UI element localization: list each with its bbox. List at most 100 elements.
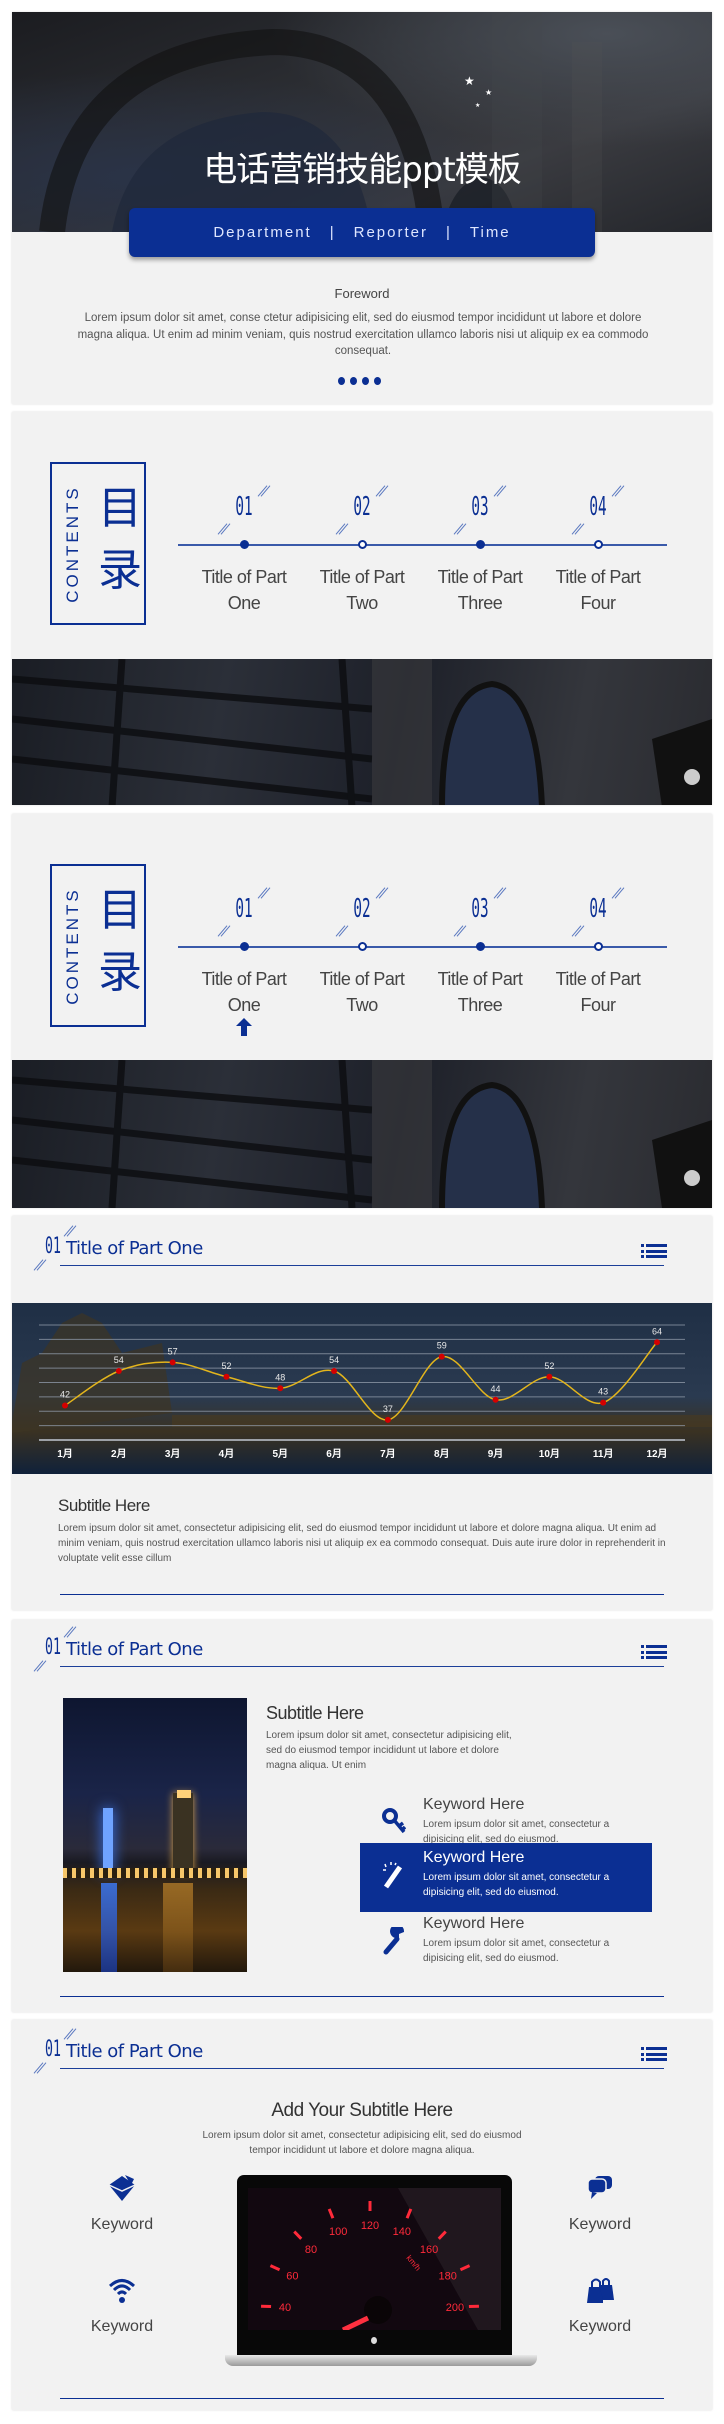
- building-photo-strip: [12, 1060, 712, 1208]
- keyword-wifi: Keyword: [72, 2275, 172, 2336]
- section-number: 01: [45, 1234, 61, 1259]
- page-dot[interactable]: [338, 377, 345, 385]
- keyword-subtitle: Subtitle Here: [266, 1703, 364, 1723]
- data-point[interactable]: [546, 1373, 553, 1380]
- keyword-text: Lorem ipsum dolor sit amet, consectetur …: [423, 1938, 610, 1964]
- part-title[interactable]: Title of Part Four: [543, 564, 653, 616]
- contents-label-en: CONTENTS: [63, 886, 82, 1005]
- keyword-shopping: Keyword: [550, 2275, 650, 2336]
- page-dot[interactable]: [374, 377, 381, 385]
- info-bar: Department | Reporter | Time: [129, 208, 595, 257]
- timeline-marker[interactable]: [593, 540, 603, 549]
- wifi-icon: [108, 2279, 136, 2303]
- part-title-line: Title of Part: [319, 969, 405, 989]
- data-point[interactable]: [438, 1353, 445, 1360]
- keyword-title: Keyword Here: [423, 1796, 525, 1813]
- speedometer-label: 80: [305, 2244, 317, 2256]
- x-tick-label: 8月: [434, 1448, 450, 1460]
- chart-subtitle: Subtitle Here: [58, 1496, 150, 1515]
- section-number: 01: [45, 1635, 61, 1660]
- keyword-text: Lorem ipsum dolor sit amet, consectetur …: [423, 1872, 610, 1898]
- timeline-marker[interactable]: [475, 540, 485, 549]
- timeline-marker[interactable]: [357, 942, 367, 951]
- keyword-item[interactable]: Keyword Here Lorem ipsum dolor sit amet, …: [360, 1909, 652, 1978]
- cover-slide: ★ ★ ★ 电话营销技能ppt模板 Department | Reporter …: [12, 12, 712, 404]
- cover-title: 电话营销技能ppt模板: [203, 150, 522, 190]
- page-dot[interactable]: [350, 377, 357, 385]
- x-tick-label: 6月: [326, 1448, 342, 1460]
- contents-label-en: CONTENTS: [63, 484, 82, 603]
- speedometer-label: 40: [279, 2302, 291, 2314]
- data-point[interactable]: [115, 1368, 122, 1374]
- data-point[interactable]: [654, 1339, 660, 1346]
- timeline-marker[interactable]: [357, 540, 367, 549]
- data-point[interactable]: [492, 1396, 499, 1403]
- keyword-item[interactable]: Keyword Here Lorem ipsum dolor sit amet, …: [360, 1843, 652, 1912]
- data-point[interactable]: [223, 1373, 230, 1380]
- contents-label-box: CONTENTS 目录: [50, 462, 146, 625]
- page-dots[interactable]: [338, 377, 381, 385]
- data-label: 37: [383, 1404, 393, 1414]
- laptop-slide: 01 Title of Part One Add Your Subtitle H…: [12, 2020, 712, 2410]
- data-label: 59: [437, 1341, 447, 1351]
- keyword-title: Keyword Here: [423, 1849, 525, 1866]
- part-number: 04: [589, 492, 607, 522]
- part-title[interactable]: Title of Part Two: [307, 564, 417, 616]
- list-icon[interactable]: [641, 1244, 667, 1262]
- apple-logo-icon: [371, 2337, 377, 2344]
- part-title[interactable]: Title of Part Three: [425, 564, 535, 616]
- page-dot[interactable]: [362, 377, 369, 385]
- part-title-line: Four: [580, 593, 616, 613]
- part-title-line: Three: [457, 593, 503, 613]
- section-title: Title of Part One: [66, 1639, 203, 1660]
- data-label: 57: [168, 1346, 178, 1356]
- timeline-marker[interactable]: [239, 942, 249, 951]
- contents-label-cn: 目: [98, 483, 142, 534]
- part-title[interactable]: Title of Part Three: [425, 966, 535, 1018]
- x-tick-label: 2月: [111, 1448, 127, 1460]
- list-icon[interactable]: [641, 1645, 667, 1663]
- timeline-marker[interactable]: [475, 942, 485, 951]
- keyword-label: Keyword: [90, 2216, 154, 2233]
- divider: [60, 2398, 664, 2399]
- time-label: Time: [469, 224, 511, 241]
- part-title-line: Title of Part: [437, 969, 523, 989]
- speedometer-label: 160: [420, 2244, 438, 2256]
- part-title-line: One: [227, 593, 261, 613]
- timeline-marker[interactable]: [593, 942, 603, 951]
- part-title[interactable]: Title of Part Two: [307, 966, 417, 1018]
- department-label: Department: [213, 224, 312, 241]
- data-point[interactable]: [384, 1416, 391, 1423]
- data-label: 43: [598, 1387, 608, 1397]
- part-title[interactable]: Title of Part One: [189, 966, 299, 1018]
- laptop-description-line: Lorem ipsum dolor sit amet, consectetur …: [202, 2130, 522, 2141]
- part-title-line: Four: [580, 995, 616, 1015]
- part-title-line: Three: [457, 995, 503, 1015]
- chart-description: Lorem ipsum dolor sit amet, consectetur …: [58, 1523, 666, 1564]
- x-tick-label: 7月: [380, 1448, 396, 1460]
- keyword-label: Keyword: [90, 2318, 154, 2335]
- x-tick-label: 12月: [646, 1448, 667, 1460]
- speedometer-label: 200: [446, 2302, 464, 2314]
- data-point[interactable]: [169, 1359, 176, 1366]
- part-title[interactable]: Title of Part One: [189, 564, 299, 616]
- data-point[interactable]: [600, 1399, 607, 1406]
- part-title-line: Two: [346, 995, 378, 1015]
- data-point[interactable]: [331, 1368, 338, 1374]
- shopping-bag-icon: [587, 2278, 614, 2303]
- part-number: 03: [471, 894, 489, 924]
- x-tick-label: 4月: [219, 1448, 235, 1460]
- keyword-title: Keyword Here: [423, 1915, 525, 1932]
- part-title[interactable]: Title of Part Four: [543, 966, 653, 1018]
- data-point[interactable]: [277, 1385, 284, 1392]
- part-number: 04: [589, 894, 607, 924]
- data-point[interactable]: [62, 1402, 68, 1409]
- x-tick-label: 3月: [165, 1448, 181, 1460]
- section-title: Title of Part One: [66, 1238, 203, 1259]
- part-title-line: Title of Part: [555, 969, 641, 989]
- speedometer-screen: 20406080100120140160180200220km/h: [248, 2188, 501, 2330]
- part-number: 02: [353, 492, 371, 522]
- timeline-marker[interactable]: [239, 540, 249, 549]
- list-icon[interactable]: [641, 2047, 667, 2065]
- keyword-envelope: Keyword: [72, 2173, 172, 2234]
